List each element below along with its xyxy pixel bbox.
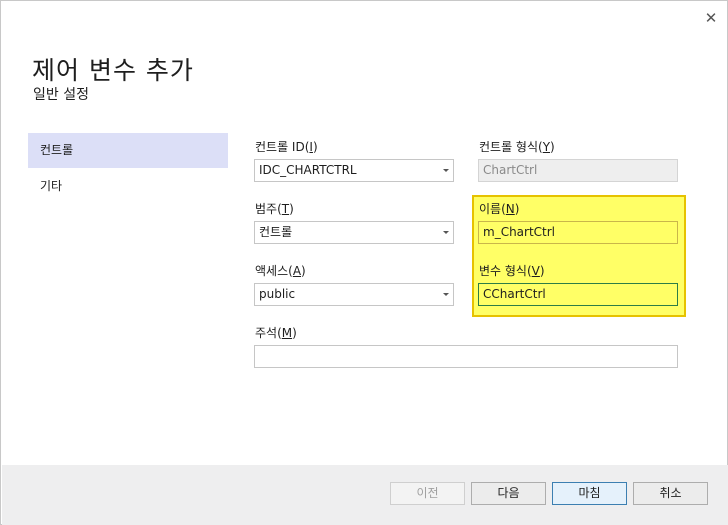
control-type-label: 컨트롤 형식(Y) bbox=[479, 140, 555, 154]
comment-input[interactable] bbox=[254, 345, 678, 368]
finish-button[interactable]: 마침 bbox=[552, 482, 627, 505]
control-type-value: ChartCtrl bbox=[483, 163, 538, 177]
cancel-button[interactable]: 취소 bbox=[633, 482, 708, 505]
category-value: 컨트롤 bbox=[259, 225, 293, 239]
control-id-combo[interactable]: IDC_CHARTCTRL bbox=[254, 159, 454, 182]
sidebar-nav: 컨트롤 기타 bbox=[28, 133, 228, 205]
close-icon[interactable]: ✕ bbox=[700, 7, 722, 29]
dialog-subtitle: 일반 설정 bbox=[33, 87, 89, 103]
chevron-down-icon[interactable] bbox=[443, 293, 449, 296]
control-id-label: 컨트롤 ID(I) bbox=[255, 140, 318, 154]
chevron-down-icon[interactable] bbox=[443, 169, 449, 172]
category-label: 범주(T) bbox=[255, 202, 294, 216]
dialog-title: 제어 변수 추가 bbox=[32, 56, 194, 85]
sidebar-item-other[interactable]: 기타 bbox=[28, 169, 228, 204]
name-input[interactable]: m_ChartCtrl bbox=[478, 221, 678, 244]
prev-button[interactable]: 이전 bbox=[390, 482, 465, 505]
access-value: public bbox=[259, 287, 296, 301]
access-combo[interactable]: public bbox=[254, 283, 454, 306]
chevron-down-icon[interactable] bbox=[443, 231, 449, 234]
name-value: m_ChartCtrl bbox=[483, 225, 556, 239]
control-type-field: ChartCtrl bbox=[478, 159, 678, 182]
next-button[interactable]: 다음 bbox=[471, 482, 546, 505]
category-combo[interactable]: 컨트롤 bbox=[254, 221, 454, 244]
comment-label: 주석(M) bbox=[255, 326, 297, 340]
variable-type-input[interactable]: CChartCtrl bbox=[478, 283, 678, 306]
add-control-variable-dialog: ✕ 제어 변수 추가 일반 설정 컨트롤 기타 컨트롤 ID(I) IDC_CH… bbox=[0, 0, 728, 525]
control-id-value: IDC_CHARTCTRL bbox=[259, 163, 357, 177]
access-label: 액세스(A) bbox=[255, 264, 306, 278]
sidebar-item-control[interactable]: 컨트롤 bbox=[28, 133, 228, 168]
name-label: 이름(N) bbox=[479, 202, 520, 216]
variable-type-label: 변수 형식(V) bbox=[479, 264, 545, 278]
variable-type-value: CChartCtrl bbox=[483, 287, 546, 301]
